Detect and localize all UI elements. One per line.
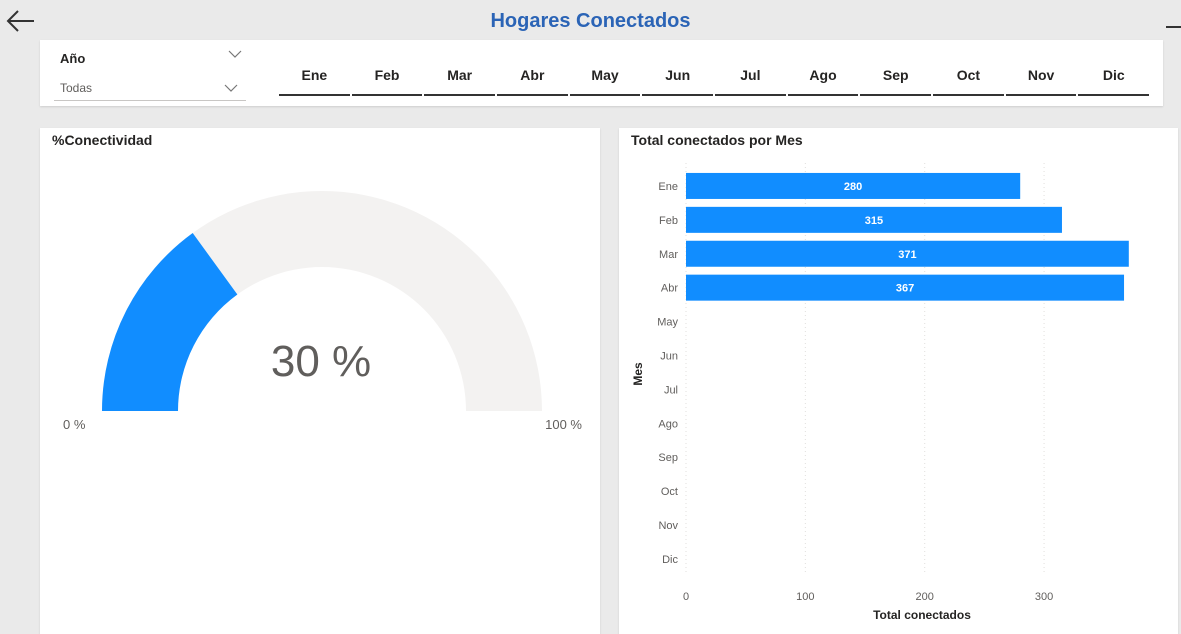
x-tick-label: 100 bbox=[796, 591, 814, 603]
month-button-feb[interactable]: Feb bbox=[351, 62, 424, 96]
y-tick-label: May bbox=[657, 317, 678, 329]
gauge-card[interactable]: %Conectividad 30 % 0 % 100 % bbox=[40, 128, 600, 634]
y-tick-label: Feb bbox=[659, 215, 678, 227]
gauge-min-label: 0 % bbox=[63, 417, 86, 432]
month-button-mar[interactable]: Mar bbox=[423, 62, 496, 96]
y-tick-label: Sep bbox=[658, 452, 678, 464]
bar-chart-card[interactable]: Total conectados por Mes 0 100 200 300 Ene 28… bbox=[619, 128, 1178, 634]
month-button-nov[interactable]: Nov bbox=[1005, 62, 1078, 96]
month-button-may[interactable]: May bbox=[569, 62, 642, 96]
y-tick-label: Jul bbox=[664, 384, 678, 396]
x-tick-label: 200 bbox=[916, 591, 934, 603]
x-tick-label: 300 bbox=[1035, 591, 1053, 603]
data-label: 367 bbox=[896, 283, 914, 295]
chevron-down-icon[interactable] bbox=[228, 49, 242, 59]
y-tick-label: Dic bbox=[662, 554, 678, 566]
y-tick-label: Ago bbox=[658, 418, 678, 430]
arrow-right-icon[interactable] bbox=[1166, 12, 1181, 42]
gauge-max-label: 100 % bbox=[545, 417, 582, 432]
month-button-dic[interactable]: Dic bbox=[1077, 62, 1150, 96]
bar-chart: 0 100 200 300 Ene 280 Feb 315 Mar 371 Abr 367 May Jun… bbox=[631, 163, 1129, 622]
chevron-down-icon[interactable] bbox=[224, 83, 238, 93]
data-label: 315 bbox=[865, 215, 883, 227]
x-axis-title: Total conectados bbox=[873, 608, 971, 622]
x-tick-label: 0 bbox=[683, 591, 689, 603]
filter-panel: Año Todas Ene Feb Mar Abr May Jun Jul Ag… bbox=[40, 40, 1163, 106]
month-button-abr[interactable]: Abr bbox=[496, 62, 569, 96]
month-button-ene[interactable]: Ene bbox=[278, 62, 351, 96]
y-tick-label: Jun bbox=[660, 350, 678, 362]
y-tick-label: Oct bbox=[661, 486, 678, 498]
page-title: Hogares Conectados bbox=[490, 10, 691, 32]
gauge-value-label: 30 % bbox=[271, 337, 371, 386]
month-button-oct[interactable]: Oct bbox=[932, 62, 1005, 96]
y-tick-label: Mar bbox=[659, 249, 678, 261]
year-slicer-title: Año bbox=[60, 51, 86, 66]
month-slicer: Ene Feb Mar Abr May Jun Jul Ago Sep Oct … bbox=[278, 62, 1150, 96]
year-dropdown-value: Todas bbox=[60, 81, 93, 95]
top-bar: Hogares Conectados bbox=[0, 0, 1181, 40]
gauge-chart: 30 % 0 % 100 % bbox=[63, 191, 582, 432]
data-label: 280 bbox=[844, 181, 862, 193]
month-button-jun[interactable]: Jun bbox=[641, 62, 714, 96]
month-button-ago[interactable]: Ago bbox=[787, 62, 860, 96]
y-tick-label: Nov bbox=[658, 520, 678, 532]
month-button-sep[interactable]: Sep bbox=[859, 62, 932, 96]
y-tick-label: Abr bbox=[661, 283, 678, 295]
y-tick-label: Ene bbox=[658, 181, 678, 193]
year-dropdown[interactable]: Todas bbox=[54, 76, 246, 101]
month-button-jul[interactable]: Jul bbox=[714, 62, 787, 96]
y-axis-title: Mes bbox=[631, 362, 645, 386]
data-label: 371 bbox=[898, 249, 916, 261]
